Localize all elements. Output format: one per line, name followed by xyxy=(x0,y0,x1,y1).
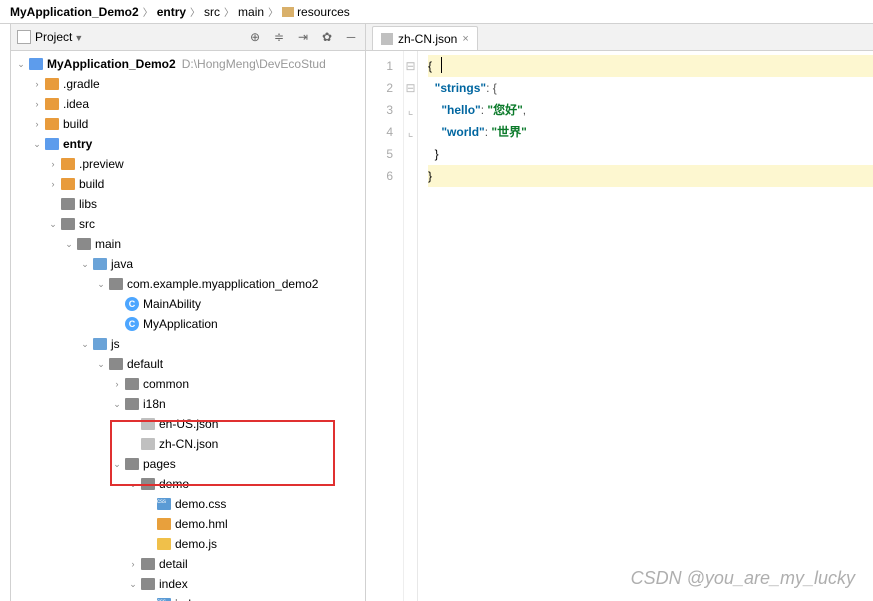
select-opened-file-icon[interactable]: ⊕ xyxy=(247,29,263,45)
collapse-all-icon[interactable]: ⇥ xyxy=(295,29,311,45)
folder-icon xyxy=(141,478,155,490)
tree-src[interactable]: ⌄src xyxy=(11,214,365,234)
expand-all-icon[interactable]: ≑ xyxy=(271,29,287,45)
tree-pages[interactable]: ⌄pages xyxy=(11,454,365,474)
folder-icon xyxy=(61,198,75,210)
json-file-icon xyxy=(381,33,393,45)
bc-sep: 〉 xyxy=(143,4,153,19)
bc-entry[interactable]: entry xyxy=(153,5,190,19)
folder-icon xyxy=(61,158,75,170)
tree-common[interactable]: ›common xyxy=(11,374,365,394)
folder-icon xyxy=(61,218,75,230)
module-icon xyxy=(45,138,59,150)
project-panel-title[interactable]: Project▼ xyxy=(35,30,247,44)
tree-entry-build[interactable]: ›build xyxy=(11,174,365,194)
editor-tab-bar: zh-CN.json × xyxy=(366,24,873,51)
class-icon: C xyxy=(125,317,139,331)
bc-sep: 〉 xyxy=(268,4,278,19)
project-tree[interactable]: ⌄MyApplication_Demo2D:\HongMeng\DevEcoSt… xyxy=(11,51,365,601)
watermark: CSDN @you_are_my_lucky xyxy=(631,568,855,589)
tree-i18n[interactable]: ⌄i18n xyxy=(11,394,365,414)
tree-preview[interactable]: ›.preview xyxy=(11,154,365,174)
bc-main[interactable]: main xyxy=(234,5,268,19)
line-number-gutter: 123 456 xyxy=(366,51,404,601)
bc-resources[interactable]: resources xyxy=(278,5,354,19)
left-gutter xyxy=(0,24,11,601)
bc-root[interactable]: MyApplication_Demo2 xyxy=(6,5,143,19)
folder-icon xyxy=(125,398,139,410)
tree-entry[interactable]: ⌄entry xyxy=(11,134,365,154)
tree-idea[interactable]: ›.idea xyxy=(11,94,365,114)
tree-mainability[interactable]: CMainAbility xyxy=(11,294,365,314)
folder-icon xyxy=(93,338,107,350)
tree-libs[interactable]: libs xyxy=(11,194,365,214)
tree-demo-js[interactable]: demo.js xyxy=(11,534,365,554)
tree-index-folder[interactable]: ⌄index xyxy=(11,574,365,594)
json-file-icon xyxy=(141,438,155,450)
project-view-icon xyxy=(17,30,31,44)
folder-icon xyxy=(141,558,155,570)
js-file-icon xyxy=(157,538,171,550)
tree-build[interactable]: ›build xyxy=(11,114,365,134)
tree-package[interactable]: ⌄com.example.myapplication_demo2 xyxy=(11,274,365,294)
css-file-icon xyxy=(157,498,171,510)
fold-gutter[interactable]: ⊟⊟⌞⌞ xyxy=(404,51,418,601)
breadcrumb[interactable]: MyApplication_Demo2 〉 entry 〉 src 〉 main… xyxy=(0,0,873,24)
folder-icon xyxy=(77,238,91,250)
project-panel-header: Project▼ ⊕ ≑ ⇥ ✿ ─ xyxy=(11,24,365,51)
bc-src[interactable]: src xyxy=(200,5,224,19)
bc-sep: 〉 xyxy=(190,4,200,19)
tree-java[interactable]: ⌄java xyxy=(11,254,365,274)
tree-root[interactable]: ⌄MyApplication_Demo2D:\HongMeng\DevEcoSt… xyxy=(11,54,365,74)
tab-label: zh-CN.json xyxy=(398,32,457,46)
package-icon xyxy=(109,278,123,290)
tree-main[interactable]: ⌄main xyxy=(11,234,365,254)
tree-index-css[interactable]: index.css xyxy=(11,594,365,601)
folder-icon xyxy=(125,458,139,470)
tree-zh-cn-json[interactable]: zh-CN.json xyxy=(11,434,365,454)
code-editor[interactable]: 123 456 ⊟⊟⌞⌞ { "strings": { "hello": "您好… xyxy=(366,51,873,601)
folder-icon xyxy=(61,178,75,190)
settings-icon[interactable]: ✿ xyxy=(319,29,335,45)
tab-zh-cn-json[interactable]: zh-CN.json × xyxy=(372,26,478,50)
folder-icon xyxy=(109,358,123,370)
folder-icon xyxy=(45,98,59,110)
hml-file-icon xyxy=(157,518,171,530)
class-icon: C xyxy=(125,297,139,311)
tree-js[interactable]: ⌄js xyxy=(11,334,365,354)
json-file-icon xyxy=(141,418,155,430)
tree-demo-hml[interactable]: demo.hml xyxy=(11,514,365,534)
close-icon[interactable]: × xyxy=(462,33,468,45)
bc-sep: 〉 xyxy=(224,4,234,19)
folder-icon xyxy=(282,7,294,17)
module-icon xyxy=(29,58,43,70)
tree-gradle[interactable]: ›.gradle xyxy=(11,74,365,94)
folder-icon xyxy=(125,378,139,390)
tree-demo-folder[interactable]: ⌄demo xyxy=(11,474,365,494)
folder-icon xyxy=(45,78,59,90)
tree-demo-css[interactable]: demo.css xyxy=(11,494,365,514)
project-panel: Project▼ ⊕ ≑ ⇥ ✿ ─ ⌄MyApplication_Demo2D… xyxy=(11,24,366,601)
tree-myapp[interactable]: CMyApplication xyxy=(11,314,365,334)
folder-icon xyxy=(141,578,155,590)
editor-panel: zh-CN.json × 123 456 ⊟⊟⌞⌞ { "strings": {… xyxy=(366,24,873,601)
tree-detail[interactable]: ›detail xyxy=(11,554,365,574)
code-content[interactable]: { "strings": { "hello": "您好", "world": "… xyxy=(418,51,873,601)
tree-en-us-json[interactable]: en-US.json xyxy=(11,414,365,434)
hide-icon[interactable]: ─ xyxy=(343,29,359,45)
folder-icon xyxy=(93,258,107,270)
folder-icon xyxy=(45,118,59,130)
tree-default[interactable]: ⌄default xyxy=(11,354,365,374)
